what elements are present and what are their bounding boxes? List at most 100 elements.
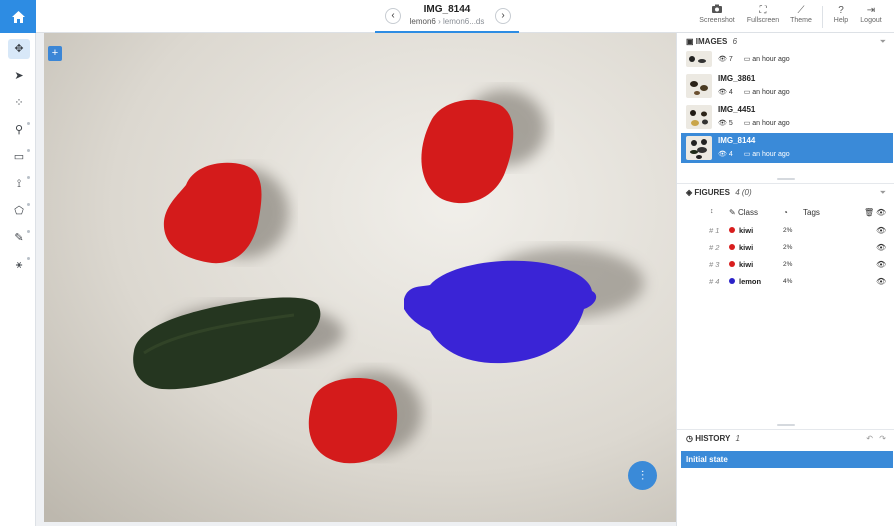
image-time: an hour ago <box>752 120 790 127</box>
image-name: IMG_4451 <box>718 105 756 114</box>
image-name: IMG_8144 <box>423 4 471 15</box>
image-name: IMG_3861 <box>718 74 756 83</box>
polyline-tool[interactable]: ⟟ <box>8 174 30 194</box>
figure-class: kiwi <box>739 226 754 235</box>
skeleton-icon: ⚲ <box>14 124 24 136</box>
layers-icon: ◈ <box>686 188 693 197</box>
settings-fab-button[interactable]: ⫶ <box>628 461 657 490</box>
image-thumbnail <box>686 51 712 67</box>
image-title: IMG_8144 lemon6 › lemon6...ds <box>383 4 511 32</box>
image-meta: 👁 4 ▭ an hour ago <box>718 88 790 96</box>
image-list-item[interactable]: IMG_3861 👁 4 ▭ an hour ago <box>681 71 893 101</box>
history-section-header: ◷ HISTORY 1 ↶ ↷ <box>677 429 894 447</box>
figures-table-header: ↕ ✎ Class ◔ Tags 🗑 👁 <box>677 208 894 222</box>
help-button[interactable]: ? Help <box>831 4 851 30</box>
toolbar-divider <box>822 6 823 28</box>
select-tool[interactable]: ➤ <box>8 66 30 86</box>
breadcrumb: lemon6 › lemon6...ds <box>383 16 511 27</box>
eye-icon[interactable]: 👁 <box>876 239 886 256</box>
fullscreen-button[interactable]: ⛶ Fullscreen <box>744 4 782 30</box>
screenshot-button[interactable]: Screenshot <box>698 4 736 30</box>
image-meta: 👁 4 ▭ an hour ago <box>718 150 790 158</box>
image-list-item-selected[interactable]: IMG_8144 👁 4 ▭ an hour ago <box>681 133 893 163</box>
eye-icon: 👁 <box>718 151 727 158</box>
camera-icon <box>698 4 736 17</box>
class-column-header[interactable]: Class <box>738 208 758 217</box>
figure-count: 5 <box>728 120 733 127</box>
tags-column-header[interactable]: Tags <box>803 208 820 217</box>
figure-number: # 1 <box>709 226 720 235</box>
rectangle-tool[interactable]: ▭ <box>8 147 30 167</box>
figure-class: lemon <box>739 277 762 286</box>
points-tool[interactable]: ⁘ <box>8 93 30 113</box>
image-meta: 👁 7 ▭ an hour ago <box>718 55 790 63</box>
history-icon: ◷ <box>686 434 693 443</box>
breadcrumb-separator: › <box>438 17 441 26</box>
figures-section-header: ◈ FIGURES 4 (0) ⏷ <box>677 183 894 201</box>
fullscreen-icon: ⛶ <box>759 5 767 16</box>
polygon-tool[interactable]: ⬠ <box>8 201 30 221</box>
right-panel: ▣ IMAGES 6 ⏷ 👁 7 ▭ an hour ago IMG_3861 … <box>676 33 894 526</box>
figure-area: 2% <box>783 244 793 251</box>
kiwi-figure-3[interactable] <box>308 378 398 464</box>
images-icon: ▣ <box>686 37 694 46</box>
figure-row[interactable]: # 2 kiwi 2% 👁 <box>677 239 894 256</box>
class-color-dot <box>729 278 735 284</box>
image-canvas[interactable] <box>44 33 676 522</box>
figure-class: kiwi <box>739 260 754 269</box>
filter-icon[interactable]: ⏷ <box>880 184 886 202</box>
logout-label: Logout <box>860 17 882 24</box>
eye-icon[interactable]: 👁 <box>876 256 886 273</box>
points-icon: ⁘ <box>14 97 24 109</box>
image-time: an hour ago <box>752 56 790 63</box>
eye-icon[interactable]: 👁 <box>876 208 886 217</box>
skeleton-tool[interactable]: ⚲ <box>8 120 30 140</box>
figure-number: # 3 <box>709 260 720 269</box>
theme-button[interactable]: ⟋ Theme <box>787 4 815 30</box>
resize-handle[interactable] <box>777 178 795 180</box>
add-button[interactable]: + <box>48 46 62 61</box>
sort-icon[interactable]: ↕ <box>710 208 714 215</box>
image-list-item[interactable]: 👁 7 ▭ an hour ago <box>681 51 893 69</box>
eye-icon[interactable]: 👁 <box>876 222 886 239</box>
breadcrumb-project[interactable]: lemon6 <box>410 17 436 26</box>
figure-count: 4 <box>728 151 733 158</box>
top-bar: ‹ IMG_8144 lemon6 › lemon6...ds › Screen… <box>0 0 894 33</box>
smart-tool[interactable]: ⚹ <box>8 255 30 275</box>
figure-count: 4 <box>728 89 733 96</box>
undo-icon[interactable]: ↶ <box>866 430 873 448</box>
class-color-dot <box>729 261 735 267</box>
eye-icon[interactable]: 👁 <box>876 273 886 290</box>
images-title: IMAGES <box>695 37 728 46</box>
figures-title: FIGURES <box>694 188 730 197</box>
filter-icon[interactable]: ⏷ <box>880 33 886 51</box>
logout-button[interactable]: ⇥ Logout <box>857 4 885 30</box>
brush-tool[interactable]: ✎ <box>8 228 30 248</box>
redo-icon[interactable]: ↷ <box>879 430 886 448</box>
calendar-icon: ▭ <box>743 89 751 96</box>
chevron-right-icon: › <box>501 10 505 21</box>
annotation-app: ‹ IMG_8144 lemon6 › lemon6...ds › Screen… <box>0 0 894 526</box>
figure-row[interactable]: # 4 lemon 4% 👁 <box>677 273 894 290</box>
image-thumbnail <box>686 105 712 129</box>
image-name: IMG_8144 <box>718 136 756 145</box>
history-count: 1 <box>735 434 740 443</box>
next-image-button[interactable]: › <box>495 8 511 24</box>
eye-icon: 👁 <box>718 89 727 96</box>
figure-row[interactable]: # 1 kiwi 2% 👁 <box>677 222 894 239</box>
area-icon: ◔ <box>783 208 788 217</box>
brush-icon: ✎ <box>14 232 24 244</box>
figure-row[interactable]: # 3 kiwi 2% 👁 <box>677 256 894 273</box>
breadcrumb-dataset[interactable]: lemon6...ds <box>443 17 484 26</box>
trash-icon[interactable]: 🗑 <box>864 208 874 217</box>
figures-count: 4 (0) <box>735 188 752 197</box>
images-count: 6 <box>732 37 738 46</box>
image-list-item[interactable]: IMG_4451 👁 5 ▭ an hour ago <box>681 102 893 132</box>
resize-handle[interactable] <box>777 424 795 426</box>
calendar-icon: ▭ <box>743 56 751 63</box>
figure-number: # 4 <box>709 277 720 286</box>
pan-tool[interactable]: ✥ <box>8 39 30 59</box>
home-button[interactable] <box>0 0 36 33</box>
sliders-icon: ⫶ <box>640 468 645 483</box>
history-item[interactable]: Initial state <box>681 451 893 468</box>
